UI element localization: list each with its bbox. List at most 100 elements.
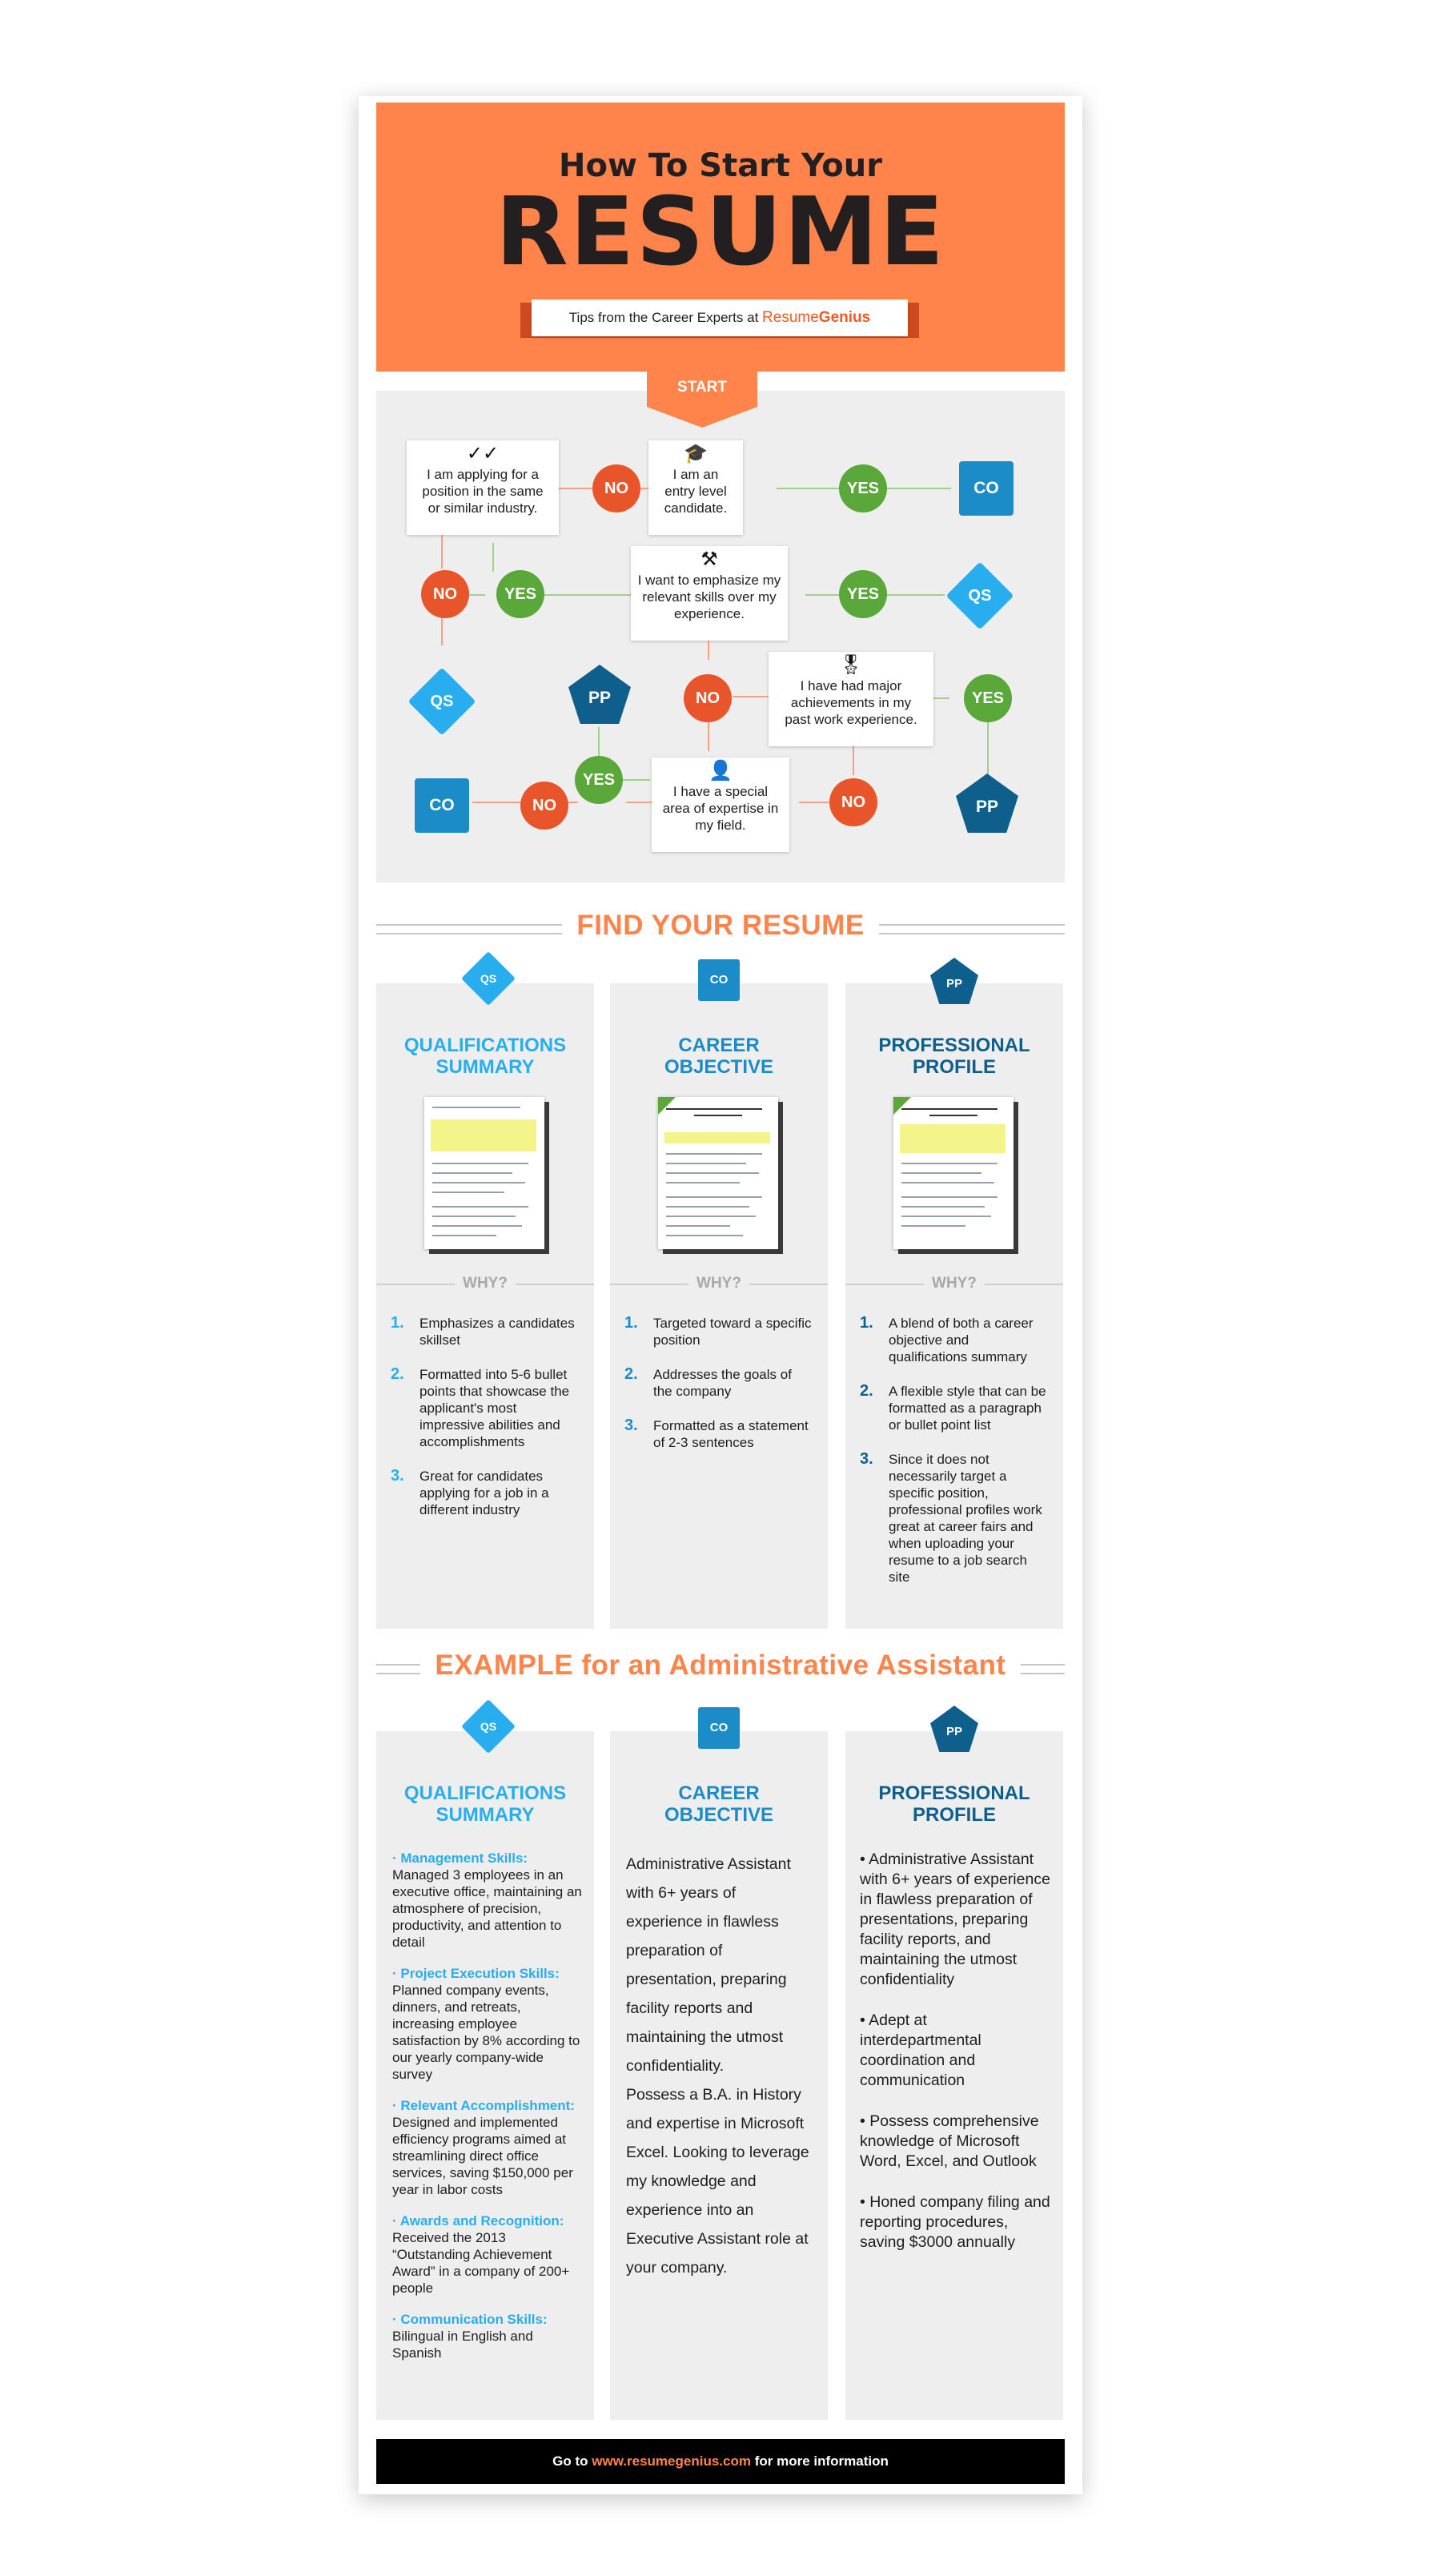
thumbnail-line [432, 1216, 516, 1217]
panel-title-line2: SUMMARY [436, 1056, 535, 1078]
thumbnail-line [666, 1172, 759, 1174]
item-text: Managed 3 employees in an executive offi… [392, 1867, 582, 1950]
co-badge: CO [698, 959, 740, 1001]
thumbnail-line [666, 1216, 756, 1217]
question-text: I have had major achievements in my past… [785, 678, 917, 727]
no-node: NO [592, 464, 640, 512]
list-item: 2. Addresses the goals of the company [624, 1366, 813, 1400]
find-panel-co: CAREER OBJECTIVE WHY? 1. Targeted toward a… [610, 983, 828, 1629]
qs-badge: QS [461, 1699, 516, 1754]
thumbnail-corner [658, 1097, 676, 1115]
pp-badge: PP [930, 958, 978, 1004]
panel-title: CAREER OBJECTIVE [610, 1782, 828, 1826]
resume-thumbnail [893, 1097, 1014, 1249]
item-label: · Relevant Accomplishment: [392, 2098, 575, 2113]
list-text: Addresses the goals of the company [653, 1367, 792, 1399]
panel-title-line2: OBJECTIVE [664, 1804, 774, 1826]
qs-label: QS [430, 693, 454, 710]
panel-title: PROFESSIONAL PROFILE [845, 1782, 1063, 1826]
thumbnail-line [666, 1196, 762, 1198]
find-title-text: FIND YOUR RESUME [562, 910, 879, 941]
thumbnail-line [666, 1235, 743, 1236]
thumbnail-line [666, 1108, 762, 1110]
list-number: 2. [860, 1382, 873, 1400]
list-number: 1. [391, 1314, 404, 1332]
co-example-text: Administrative Assistant with 6+ years o… [626, 1850, 815, 2282]
list-item: · Relevant Accomplishment: Designed and i… [392, 2097, 584, 2198]
thumbnail-line [432, 1172, 512, 1174]
thumbnail-line [666, 1153, 762, 1155]
qs-badge: QS [461, 951, 516, 1006]
no-node: NO [421, 570, 469, 618]
thumbnail-line [666, 1182, 740, 1184]
graduation-cap-icon: 🎓 [684, 443, 708, 464]
pp-badge: PP [930, 1706, 978, 1752]
panel-title-line2: PROFILE [912, 1056, 996, 1078]
resume-thumbnail [658, 1097, 778, 1249]
list-number: 2. [624, 1365, 638, 1383]
item-label: · Project Execution Skills: [392, 1966, 560, 1981]
thumbnail-line [432, 1225, 522, 1227]
co-badge: CO [698, 1707, 740, 1749]
item-text: Received the 2013 “Outstanding Achieveme… [392, 2230, 570, 2296]
footer-suffix: for more information [754, 2453, 889, 2469]
qs-example-list: · Management Skills: Managed 3 employees … [392, 1850, 584, 2376]
thumbnail-line [901, 1163, 997, 1164]
list-item: 3. Great for candidates applying for a jo… [391, 1468, 580, 1518]
list-text: Formatted into 5-6 bullet points that sh… [419, 1367, 570, 1449]
yes-node: YES [839, 570, 887, 618]
list-text: Since it does not necessarily target a s… [889, 1452, 1042, 1585]
list-item: · Communication Skills: Bilingual in Engl… [392, 2311, 584, 2361]
no-node: NO [684, 674, 732, 722]
list-item: · Management Skills: Managed 3 employees … [392, 1850, 584, 1951]
panel-title-line1: QUALIFICATIONS [403, 1035, 567, 1056]
footer-link[interactable]: www.resumegenius.com [592, 2453, 751, 2469]
question-text: I want to emphasize my relevant skills o… [637, 573, 781, 621]
why-text: WHY? [688, 1275, 749, 1292]
list-item: 1. Emphasizes a candidates skillset [391, 1315, 580, 1348]
why-text: WHY? [924, 1275, 985, 1292]
list-text: Great for candidates applying for a job … [419, 1469, 549, 1517]
panel-title: PROFESSIONAL PROFILE [845, 1035, 1063, 1078]
qs-label: QS [968, 587, 992, 605]
thumbnail-line [929, 1115, 977, 1116]
example-section-title: EXAMPLE for an Administrative Assistant [376, 1650, 1065, 1682]
question-achievements: 🎖 I have had major achievements in my pa… [769, 652, 933, 746]
panel-title: CAREER OBJECTIVE [610, 1035, 828, 1078]
footer-prefix: Go to [552, 2453, 588, 2469]
question-entry-level: 🎓 I am an entry level candidate. [648, 440, 743, 535]
co-node: CO [959, 461, 1014, 516]
flowchart: ✓✓ I am applying for a position in the s… [376, 391, 1065, 882]
no-node: NO [520, 782, 568, 830]
thumbnail-line [901, 1108, 997, 1110]
yes-node: YES [496, 570, 544, 618]
co-paragraph: Possess a B.A. in History and expertise … [626, 2086, 809, 2277]
header-title: RESUME [495, 176, 946, 287]
award-ribbon-icon: 🎖 [838, 654, 864, 676]
panel-title-line2: OBJECTIVE [664, 1056, 774, 1078]
item-label: · Communication Skills: [392, 2312, 548, 2327]
thumbnail-highlight [900, 1124, 1005, 1153]
person-icon: 👤 [708, 760, 733, 782]
list-item: 1. A blend of both a career objective and… [860, 1315, 1049, 1365]
list-number: 3. [860, 1450, 873, 1468]
panel-title-line2: SUMMARY [436, 1804, 535, 1826]
brand-part2: Genius [818, 309, 871, 326]
tools-icon: ⚒ [700, 549, 718, 570]
pp-example-list: • Administrative Assistant with 6+ years… [860, 1850, 1052, 2273]
panel-title: QUALIFICATIONS SUMMARY [376, 1782, 594, 1826]
why-list: 1. A blend of both a career objective and… [860, 1315, 1049, 1603]
list-item: 2. Formatted into 5-6 bullet points that … [391, 1366, 580, 1450]
thumbnail-line [432, 1163, 528, 1164]
brand-part1: Resume [762, 309, 819, 326]
thumbnail-line [432, 1107, 520, 1108]
item-text: Designed and implemented efficiency prog… [392, 2115, 573, 2197]
item-label: · Management Skills: [392, 1851, 528, 1866]
why-label: WHY? [845, 1275, 1063, 1292]
example-panel-qs: QUALIFICATIONS SUMMARY · Management Skill… [376, 1731, 594, 2420]
thumbnail-line [901, 1172, 981, 1174]
list-item: 2. A flexible style that can be formatted… [860, 1383, 1049, 1433]
why-text: WHY? [455, 1275, 516, 1292]
badge-label: QS [480, 972, 497, 985]
list-text: Targeted toward a specific position [653, 1316, 812, 1348]
